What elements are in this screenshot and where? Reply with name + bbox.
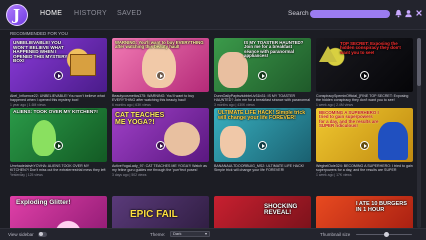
- app-logo[interactable]: J: [6, 4, 28, 26]
- thumbnail-text: EPIC FAIL: [130, 209, 178, 220]
- video-card[interactable]: ALIENS: TOOK OVER MY KITCHEN?! Umrhadela…: [10, 108, 107, 177]
- chevron-down-icon: ▾: [204, 231, 207, 236]
- video-thumbnail[interactable]: SHOCKING REVEAL!: [214, 196, 311, 228]
- video-title[interactable]: ActiveYogaLady_97: CAT TEACHES ME YOGA?!…: [112, 164, 209, 173]
- video-title[interactable]: BANANAULTDOORBUIG_MS2: ULTIMATE LIFE HAC…: [214, 164, 311, 173]
- video-thumbnail[interactable]: BECOMING A SUPERHERO I tried to gain sup…: [316, 108, 413, 162]
- user-icon[interactable]: [404, 9, 413, 18]
- play-icon[interactable]: [360, 71, 369, 80]
- theme-select[interactable]: Dark ▾: [170, 231, 210, 237]
- video-thumbnail[interactable]: TOP SECRET: Exposing the hidden conspira…: [316, 38, 413, 92]
- bottom-bar: View sidebar Theme: Dark ▾ Thumbnail siz…: [0, 228, 426, 240]
- video-thumbnail[interactable]: ALIENS: TOOK OVER MY KITCHEN?!: [10, 108, 107, 162]
- video-thumbnail[interactable]: EPIC FAIL: [112, 196, 209, 228]
- thumbnail-text: ALIENS: TOOK OVER MY KITCHEN?!: [13, 110, 98, 115]
- video-card[interactable]: EPIC FAIL: [112, 196, 209, 228]
- play-icon[interactable]: [258, 141, 267, 150]
- video-title[interactable]: WeghelOole324: BECOMING A SUPERHERO: I t…: [316, 164, 413, 172]
- video-thumbnail[interactable]: Exploding Glitter!: [10, 196, 107, 228]
- video-thumbnail[interactable]: UNBELIEVABLE! YOU WON'T BELIEVE WHAT HAP…: [10, 38, 107, 92]
- video-meta: 3 months ago | 430K views: [214, 103, 255, 107]
- video-card[interactable]: IS MY TOASTER HAUNTED? Join me for a bre…: [214, 38, 311, 107]
- grid-scrollbar[interactable]: [417, 38, 421, 228]
- alien-image: [32, 120, 56, 156]
- thumbnail-text: CAT TEACHES ME YOGA?!: [115, 112, 165, 126]
- video-card[interactable]: I ATE 10 BURGERS IN 1 HOUR: [316, 196, 413, 228]
- logo-letter: J: [13, 6, 21, 24]
- video-card[interactable]: ULTIMATE LIFE HACK! Simple trick will ch…: [214, 108, 311, 173]
- thumbnail-size-label: Thumbnail size: [320, 232, 351, 237]
- video-meta: Yesterday | 125 views: [10, 173, 43, 177]
- video-meta: 1 year ago | 1.6M views: [10, 103, 46, 107]
- video-grid: UNBELIEVABLE! YOU WON'T BELIEVE WHAT HAP…: [10, 38, 413, 228]
- theme-label: Theme:: [150, 232, 166, 237]
- tab-history[interactable]: HISTORY: [74, 10, 107, 17]
- mystery-box-image: [70, 54, 96, 76]
- slider-knob[interactable]: [384, 231, 390, 237]
- video-card[interactable]: UNBELIEVABLE! YOU WON'T BELIEVE WHAT HAP…: [10, 38, 107, 107]
- thumbnail-text: Exploding Glitter!: [16, 199, 71, 206]
- thumbnail-size-slider[interactable]: [356, 231, 412, 237]
- video-card[interactable]: Exploding Glitter!: [10, 196, 107, 228]
- play-icon[interactable]: [360, 141, 369, 150]
- thumbnail-text: TOP SECRET: Exposing the hidden conspira…: [340, 41, 401, 55]
- pyramid-eye-image: [319, 46, 337, 62]
- superhero-image: [378, 122, 408, 160]
- video-card[interactable]: SHOCKING REVEAL!: [214, 196, 311, 228]
- video-meta: 3 days ago | 502 views: [112, 173, 147, 177]
- play-icon[interactable]: [258, 71, 267, 80]
- video-title[interactable]: ConspiracySpeminOfficial_[FINE TOP SECRE…: [316, 94, 413, 103]
- person-image: [142, 44, 176, 88]
- tab-home[interactable]: HOME: [40, 10, 62, 17]
- thumbnail-text: I ATE 10 BURGERS IN 1 HOUR: [356, 201, 407, 213]
- search-label: Search: [288, 10, 309, 17]
- top-bar: J HOME HISTORY SAVED Search: [0, 0, 426, 30]
- video-thumbnail[interactable]: WARNING: You'll want to buy EVERYTHING a…: [112, 38, 209, 92]
- video-card[interactable]: TOP SECRET: Exposing the hidden conspira…: [316, 38, 413, 107]
- video-meta: 1 week ago | 17K views: [316, 173, 352, 177]
- video-title[interactable]: DunnOailyPaytsvlubbleUv31b31: IS MY TOAS…: [214, 94, 311, 102]
- person-with-cat-image: [164, 122, 200, 156]
- video-thumbnail[interactable]: IS MY TOASTER HAUNTED? Join me for a bre…: [214, 38, 311, 92]
- play-icon[interactable]: [156, 71, 165, 80]
- thumbnail-text: WARNING: You'll want to buy EVERYTHING a…: [115, 40, 204, 50]
- play-icon[interactable]: [54, 141, 63, 150]
- bell-icon[interactable]: [394, 9, 403, 18]
- video-card[interactable]: CAT TEACHES ME YOGA?! ActiveYogaLady_97:…: [112, 108, 209, 177]
- video-meta: 6 months ago | 63K views: [112, 103, 151, 107]
- person-image: [220, 126, 246, 158]
- thumbnail-text: ULTIMATE LIFE HACK! Simple trick will ch…: [218, 110, 306, 122]
- play-icon[interactable]: [54, 71, 63, 80]
- video-title[interactable]: Abel_Influence22: UNBELIEVABLE! You won'…: [10, 94, 107, 103]
- theme-select-value: Dark: [173, 231, 182, 236]
- video-title[interactable]: UmrhadelabvhYOVHA: ALIENS TOOK OVER MY K…: [10, 164, 107, 172]
- video-thumbnail[interactable]: I ATE 10 BURGERS IN 1 HOUR: [316, 196, 413, 228]
- video-thumbnail[interactable]: CAT TEACHES ME YOGA?!: [112, 108, 209, 162]
- tab-saved[interactable]: SAVED: [117, 10, 142, 17]
- video-card[interactable]: WARNING: You'll want to buy EVERYTHING a…: [112, 38, 209, 107]
- video-title[interactable]: Beautycosmetics375: WARNING: You'll want…: [112, 94, 209, 103]
- thumbnail-text: BECOMING A SUPERHERO I tried to gain sup…: [319, 110, 379, 129]
- scrollbar-thumb[interactable]: [417, 38, 421, 86]
- search-input[interactable]: [310, 10, 390, 18]
- view-sidebar-label: View sidebar: [8, 232, 34, 237]
- section-title: RECOMMENDED FOR YOU: [10, 31, 68, 36]
- close-icon[interactable]: [414, 9, 423, 18]
- thumbnail-text: IS MY TOASTER HAUNTED? Join me for a bre…: [244, 40, 304, 59]
- thumbnail-text: UNBELIEVABLE! YOU WON'T BELIEVE WHAT HAP…: [13, 40, 68, 64]
- view-sidebar-toggle[interactable]: [38, 231, 47, 237]
- thumbnail-text: SHOCKING REVEAL!: [264, 203, 298, 217]
- play-icon[interactable]: [156, 141, 165, 150]
- video-meta: 1 week ago | 2.4M views: [316, 103, 354, 107]
- video-card[interactable]: BECOMING A SUPERHERO I tried to gain sup…: [316, 108, 413, 177]
- video-thumbnail[interactable]: ULTIMATE LIFE HACK! Simple trick will ch…: [214, 108, 311, 162]
